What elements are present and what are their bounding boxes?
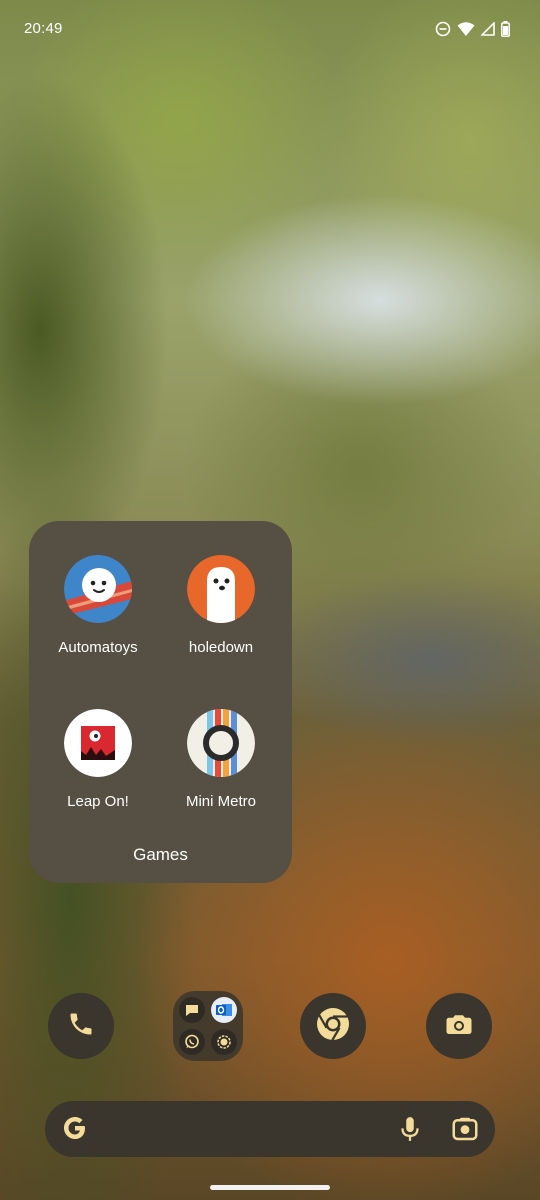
phone-button[interactable] [48, 993, 114, 1059]
leap-on-icon [64, 709, 132, 777]
chrome-button[interactable] [300, 993, 366, 1059]
camera-icon [444, 1009, 474, 1044]
mini-metro-icon [187, 709, 255, 777]
mic-icon[interactable] [395, 1114, 425, 1149]
wifi-icon [457, 21, 475, 37]
navigation-handle[interactable] [210, 1185, 330, 1190]
folder-name[interactable]: Games [29, 845, 292, 865]
status-time: 20:49 [24, 20, 63, 37]
google-search-bar[interactable] [45, 1101, 495, 1157]
cell-signal-icon [481, 22, 495, 36]
games-folder: Automatoys holedown Leap On! Mini Metro … [29, 521, 292, 883]
camera-button[interactable] [426, 993, 492, 1059]
app-holedown[interactable]: holedown [159, 555, 283, 665]
app-label: Automatoys [58, 639, 138, 656]
do-not-disturb-icon [435, 21, 451, 37]
app-mini-metro[interactable]: Mini Metro [159, 709, 283, 819]
signal-icon [211, 1029, 237, 1055]
lens-icon[interactable] [450, 1114, 480, 1149]
battery-icon [501, 21, 510, 37]
messaging-folder[interactable] [173, 991, 243, 1061]
phone-icon [67, 1010, 95, 1043]
whatsapp-icon [179, 1029, 205, 1055]
status-bar: 20:49 [0, 0, 540, 60]
app-label: holedown [188, 639, 254, 656]
automatoys-icon [64, 555, 132, 623]
google-g-icon [60, 1113, 90, 1148]
app-leap-on[interactable]: Leap On! [36, 709, 160, 819]
messages-icon [179, 997, 205, 1023]
app-label: Mini Metro [185, 793, 256, 810]
status-icons [435, 21, 510, 37]
outlook-icon [211, 997, 237, 1023]
chrome-icon [314, 1005, 352, 1048]
app-label: Leap On! [67, 793, 129, 810]
app-automatoys[interactable]: Automatoys [36, 555, 160, 665]
holedown-icon [187, 555, 255, 623]
